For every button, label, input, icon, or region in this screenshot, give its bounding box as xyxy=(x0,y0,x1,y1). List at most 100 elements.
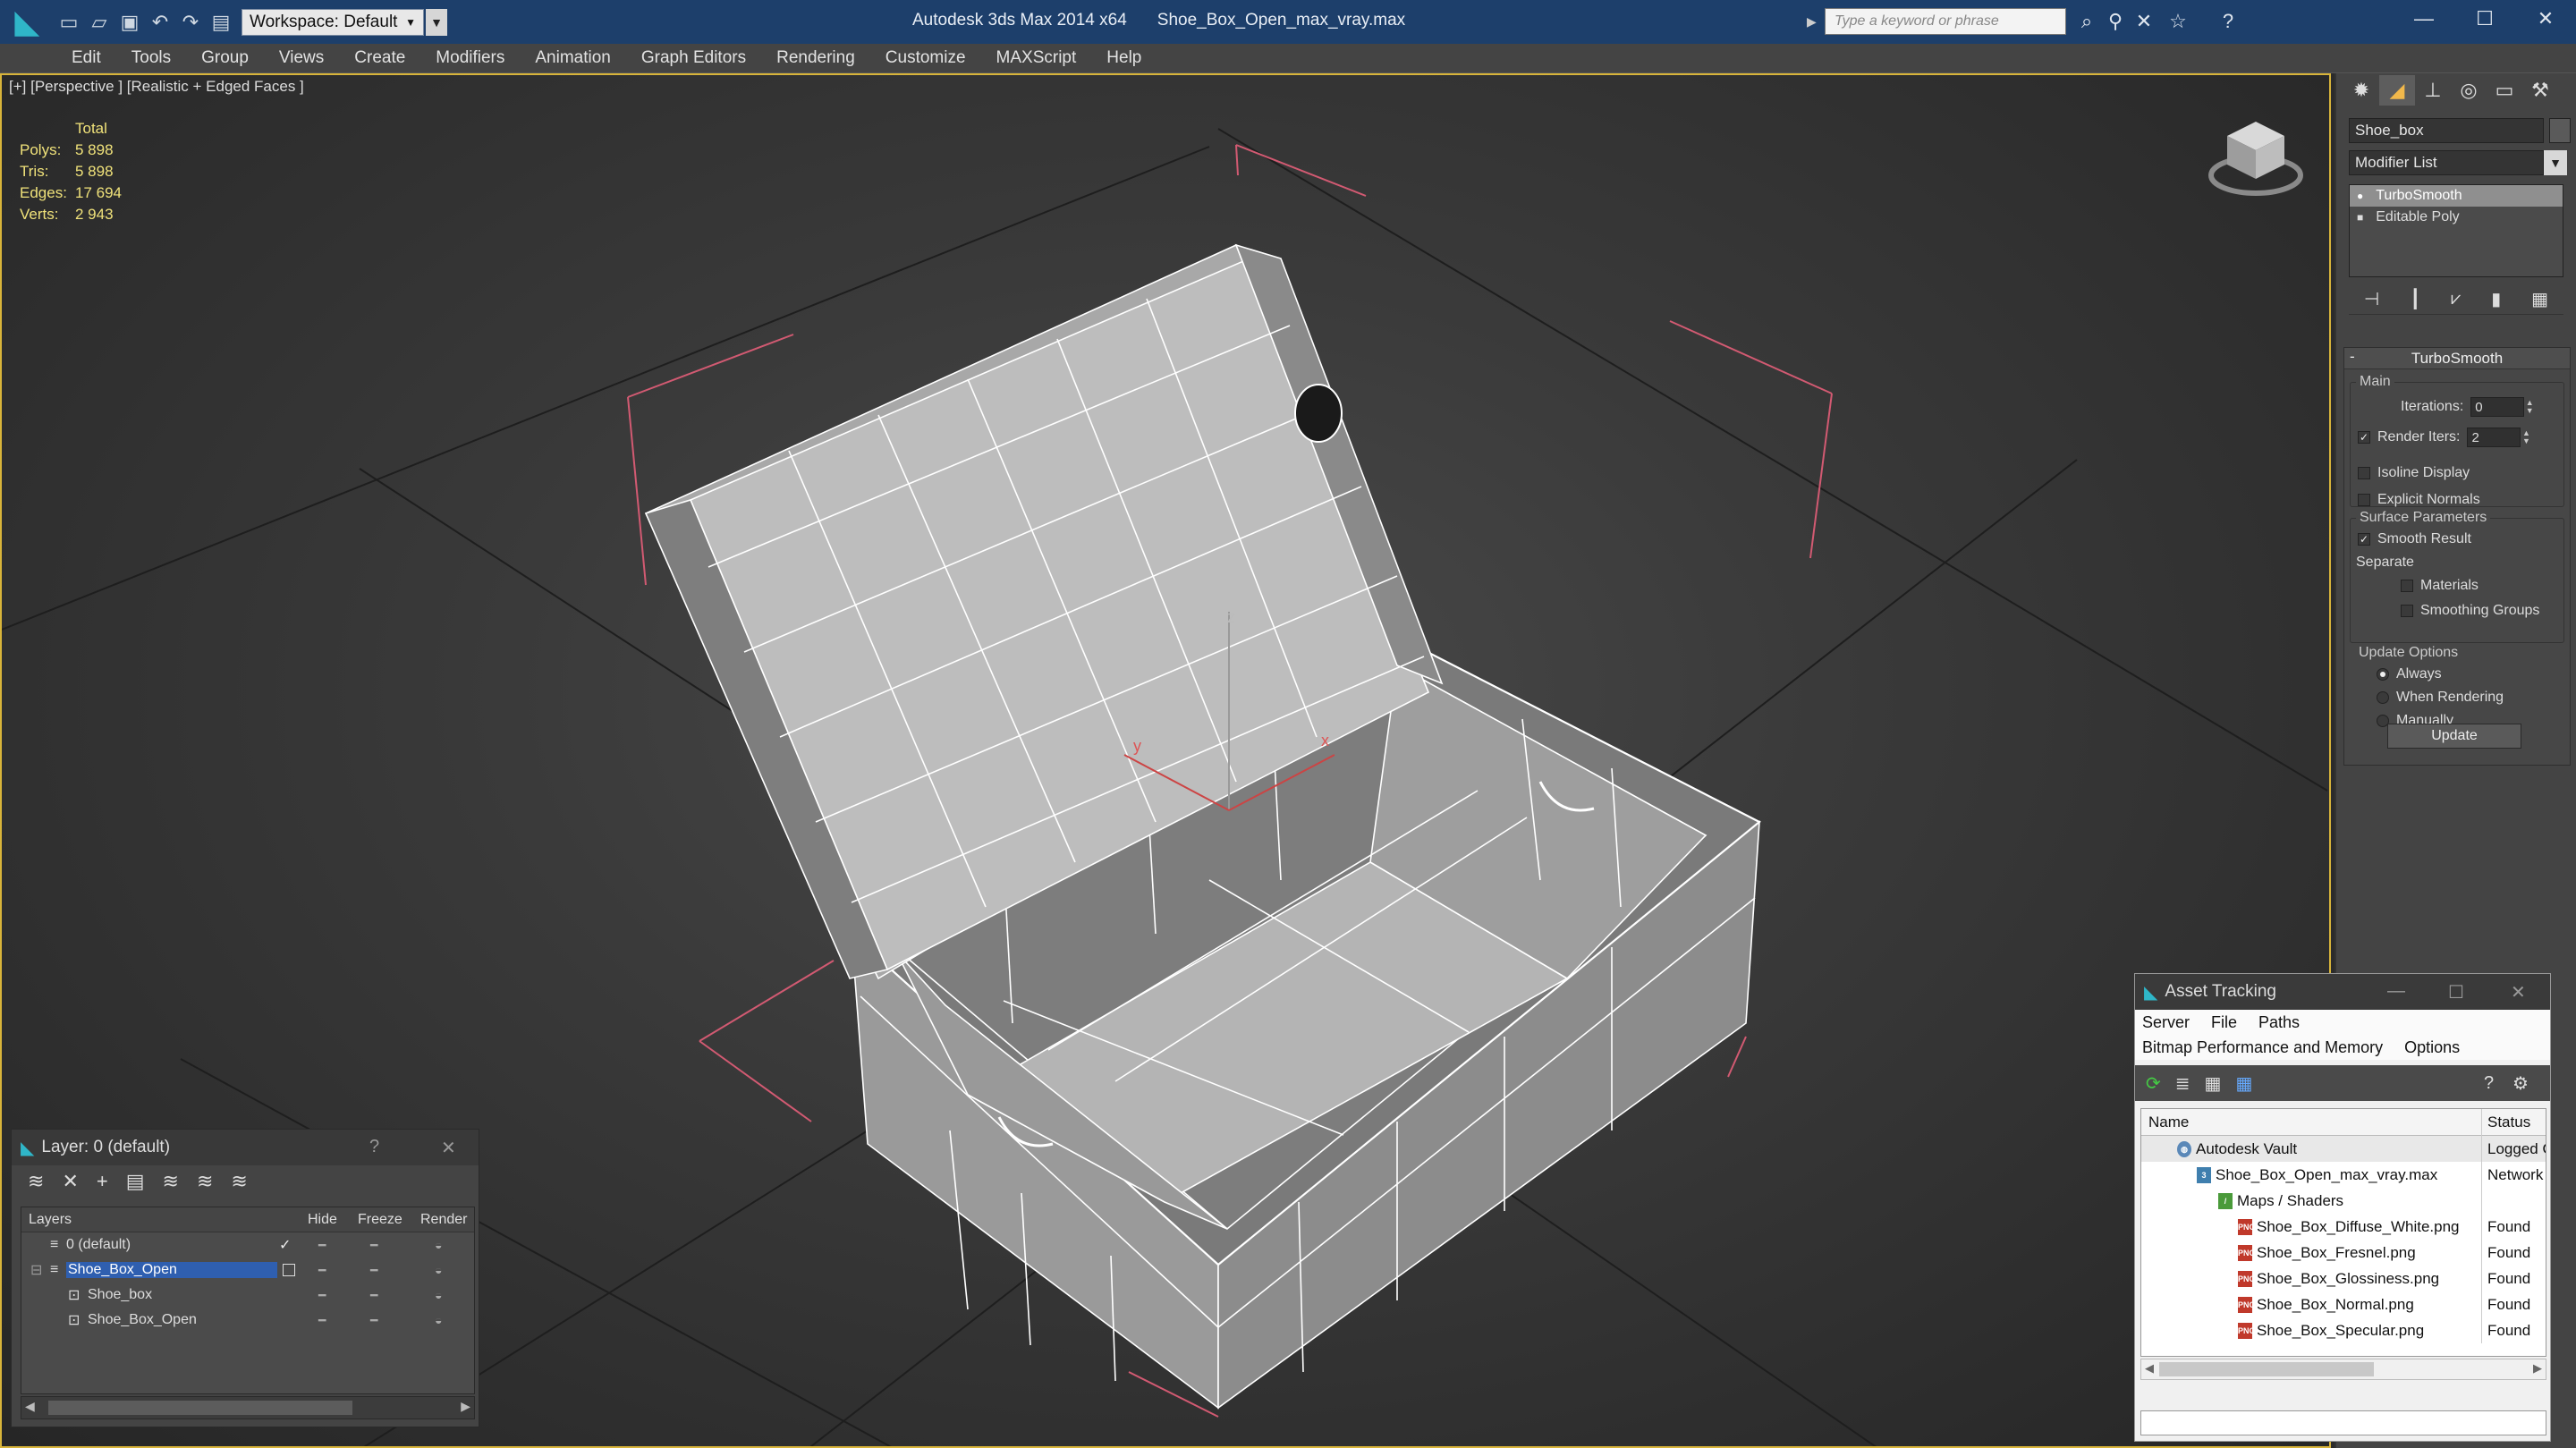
render-iters-checkbox[interactable]: ✓ xyxy=(2358,431,2370,444)
modifier-list-dropdown[interactable]: Modifier List xyxy=(2349,150,2544,175)
open-file-icon[interactable]: ▱ xyxy=(84,7,114,38)
iterations-spinner[interactable]: 0 xyxy=(2470,397,2525,417)
menu-animation[interactable]: Animation xyxy=(535,48,611,68)
scroll-left-icon[interactable]: ◀ xyxy=(2145,1361,2154,1376)
render-teapot-icon[interactable]: ◒ xyxy=(435,1263,442,1277)
menu-modifiers[interactable]: Modifiers xyxy=(436,48,504,68)
hide-toggle[interactable]: ━ xyxy=(318,1263,326,1278)
table-view-icon[interactable]: ▦ xyxy=(2235,1072,2252,1095)
menu-edit[interactable]: Edit xyxy=(72,48,101,68)
layer-row[interactable]: ⊡ Shoe_box ━ ━ ◒ xyxy=(21,1283,474,1308)
layer-name[interactable]: Shoe_Box_Open xyxy=(66,1262,277,1278)
close-icon[interactable]: ✕ xyxy=(2511,981,2526,1003)
col-hide[interactable]: Hide xyxy=(308,1212,337,1228)
layer-row[interactable]: ⊟ ≡ Shoe_Box_Open ━ ━ ◒ xyxy=(21,1257,474,1283)
menu-server[interactable]: Server xyxy=(2142,1013,2190,1032)
minimize-icon[interactable]: — xyxy=(2394,0,2454,38)
render-iters-spinner[interactable]: 2 xyxy=(2467,428,2521,447)
delete-layer-icon[interactable]: ✕ xyxy=(62,1170,78,1193)
minimize-icon[interactable]: — xyxy=(2387,981,2405,1002)
freeze-all-icon[interactable]: ≋ xyxy=(231,1170,247,1193)
utilities-tab-icon[interactable]: ⚒ xyxy=(2522,75,2558,106)
modifier-stack[interactable]: ● TurboSmooth ■ Editable Poly xyxy=(2349,184,2563,277)
menu-group[interactable]: Group xyxy=(201,48,249,68)
new-file-icon[interactable]: ▭ xyxy=(54,7,84,38)
remove-modifier-icon[interactable]: ▮ xyxy=(2491,288,2501,310)
isoline-checkbox[interactable] xyxy=(2358,467,2370,479)
menu-tools[interactable]: Tools xyxy=(131,48,171,68)
menu-customize[interactable]: Customize xyxy=(886,48,966,68)
col-layers[interactable]: Layers xyxy=(29,1212,72,1228)
lightbulb-icon[interactable]: ● xyxy=(2357,190,2363,202)
freeze-toggle[interactable]: ━ xyxy=(370,1288,377,1303)
save-file-icon[interactable]: ▣ xyxy=(114,7,145,38)
layer-row[interactable]: ⊡ Shoe_Box_Open ━ ━ ◒ xyxy=(21,1308,474,1333)
stack-item-turbosmooth[interactable]: ● TurboSmooth xyxy=(2350,185,2563,207)
subscription-icon[interactable]: ⚲ xyxy=(2102,8,2129,35)
close-icon[interactable]: ✕ xyxy=(2515,0,2576,38)
asset-row[interactable]: PNG Shoe_Box_Diffuse_White.png Found xyxy=(2141,1214,2546,1240)
asset-row[interactable]: / Maps / Shaders xyxy=(2141,1188,2546,1214)
help-icon[interactable]: ? xyxy=(369,1137,379,1157)
object-color-swatch[interactable] xyxy=(2549,118,2571,143)
menu-file[interactable]: File xyxy=(2211,1013,2237,1032)
search-input[interactable]: Type a keyword or phrase xyxy=(1825,8,2066,35)
smoothing-groups-checkbox[interactable] xyxy=(2401,605,2413,617)
menu-paths[interactable]: Paths xyxy=(2258,1013,2300,1032)
menu-maxscript[interactable]: MAXScript xyxy=(996,48,1077,68)
close-icon[interactable]: ✕ xyxy=(441,1137,456,1159)
tree-view-icon[interactable]: ▦ xyxy=(2205,1072,2222,1095)
render-teapot-icon[interactable]: ◒ xyxy=(435,1238,442,1252)
object-name[interactable]: Shoe_box xyxy=(88,1287,152,1303)
menu-rendering[interactable]: Rendering xyxy=(776,48,855,68)
help-icon[interactable]: ? xyxy=(2484,1073,2494,1094)
render-teapot-icon[interactable]: ◒ xyxy=(435,1313,442,1327)
refresh-icon[interactable]: ⟳ xyxy=(2146,1072,2161,1095)
configure-sets-icon[interactable]: ▦ xyxy=(2531,288,2548,310)
hierarchy-tab-icon[interactable]: ⊥ xyxy=(2415,75,2451,106)
undo-icon[interactable]: ↶ xyxy=(145,7,175,38)
menu-graph-editors[interactable]: Graph Editors xyxy=(641,48,746,68)
materials-checkbox[interactable] xyxy=(2401,580,2413,592)
always-radio[interactable] xyxy=(2377,668,2389,681)
viewport-label[interactable]: [+] [Perspective ] [Realistic + Edged Fa… xyxy=(9,78,304,96)
freeze-toggle[interactable]: ━ xyxy=(370,1313,377,1328)
menu-bitmap-performance[interactable]: Bitmap Performance and Memory xyxy=(2142,1038,2383,1057)
asset-window-titlebar[interactable]: ◣ Asset Tracking — ☐ ✕ xyxy=(2135,974,2550,1010)
freeze-toggle[interactable]: ━ xyxy=(370,1263,377,1278)
update-button[interactable]: Update xyxy=(2387,724,2521,749)
maximize-icon[interactable]: ☐ xyxy=(2448,981,2464,1003)
hide-toggle[interactable]: ━ xyxy=(318,1313,326,1328)
highlight-layer-icon[interactable]: ≋ xyxy=(163,1170,179,1193)
select-objects-icon[interactable]: ▤ xyxy=(126,1170,145,1193)
scroll-right-icon[interactable]: ▶ xyxy=(2533,1361,2542,1376)
quick-access-dropdown-icon[interactable]: ▼ xyxy=(426,8,447,36)
list-view-icon[interactable]: ≣ xyxy=(2175,1072,2190,1095)
smooth-result-checkbox[interactable]: ✓ xyxy=(2358,533,2370,546)
scroll-left-icon[interactable]: ◀ xyxy=(25,1399,35,1414)
current-layer-box[interactable] xyxy=(283,1264,295,1276)
menu-options[interactable]: Options xyxy=(2404,1038,2460,1057)
menu-views[interactable]: Views xyxy=(279,48,324,68)
col-status[interactable]: Status xyxy=(2481,1109,2530,1136)
menu-create[interactable]: Create xyxy=(354,48,405,68)
horizontal-scrollbar[interactable]: ◀ ▶ xyxy=(21,1396,475,1419)
asset-row[interactable]: PNG Shoe_Box_Normal.png Found xyxy=(2141,1291,2546,1317)
display-tab-icon[interactable]: ▭ xyxy=(2487,75,2522,106)
show-end-result-icon[interactable]: ┃ xyxy=(2410,288,2420,310)
viewcube-icon[interactable] xyxy=(2202,111,2309,209)
when-rendering-radio[interactable] xyxy=(2377,691,2389,704)
current-layer-check-icon[interactable]: ✓ xyxy=(279,1236,291,1254)
create-tab-icon[interactable]: ✹ xyxy=(2343,75,2379,106)
hide-all-icon[interactable]: ≋ xyxy=(197,1170,213,1193)
menu-help[interactable]: Help xyxy=(1106,48,1141,68)
hide-toggle[interactable]: ━ xyxy=(318,1288,326,1303)
scrollbar-thumb[interactable] xyxy=(48,1401,352,1415)
make-unique-icon[interactable]: ⩗ xyxy=(2451,289,2461,309)
asset-row[interactable]: PNG Shoe_Box_Specular.png Found xyxy=(2141,1317,2546,1343)
col-name[interactable]: Name xyxy=(2148,1114,2189,1131)
col-freeze[interactable]: Freeze xyxy=(358,1212,402,1228)
object-name[interactable]: Shoe_Box_Open xyxy=(88,1312,197,1328)
path-field[interactable] xyxy=(2140,1410,2546,1435)
render-teapot-icon[interactable]: ◒ xyxy=(435,1288,442,1302)
